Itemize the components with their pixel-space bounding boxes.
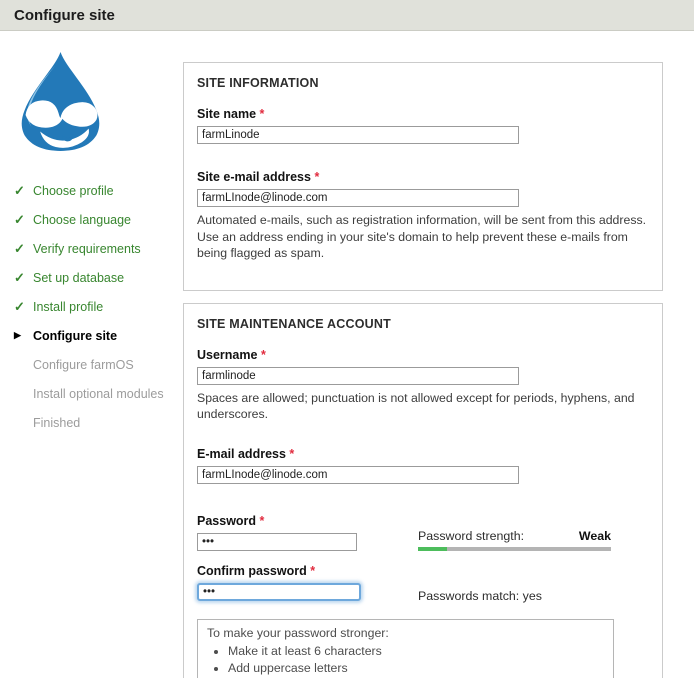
password-label: Password * bbox=[197, 514, 418, 528]
site-email-input[interactable] bbox=[197, 189, 519, 207]
install-task-list: ✓ Choose profile ✓ Choose language ✓ Ver… bbox=[0, 176, 183, 437]
required-marker: * bbox=[260, 107, 265, 121]
username-description: Spaces are allowed; punctuation is not a… bbox=[197, 390, 649, 423]
site-email-description: Automated e-mails, such as registration … bbox=[197, 212, 649, 262]
password-item: Password * bbox=[197, 514, 418, 551]
task-install-optional-modules: Install optional modules bbox=[14, 379, 183, 408]
password-suggestions-intro: To make your password stronger: bbox=[207, 625, 604, 641]
passwords-match-text: Passwords match: yes bbox=[418, 564, 611, 603]
site-name-label: Site name * bbox=[197, 107, 649, 121]
druplicon-logo bbox=[12, 50, 109, 151]
required-marker: * bbox=[314, 170, 319, 184]
install-page: Configure site ✓ Choose profile ✓ Choose… bbox=[0, 0, 694, 678]
task-set-up-database: ✓ Set up database bbox=[14, 263, 183, 292]
page-header: Configure site bbox=[0, 0, 694, 31]
account-email-input[interactable] bbox=[197, 466, 519, 484]
task-label: Choose profile bbox=[33, 184, 114, 198]
required-marker: * bbox=[289, 447, 294, 461]
password-suggestions-list: Make it at least 6 characters Add upperc… bbox=[207, 643, 604, 678]
required-marker: * bbox=[261, 348, 266, 362]
confirm-password-row: Confirm password * Passwords match: yes bbox=[197, 564, 649, 603]
check-icon: ✓ bbox=[14, 212, 33, 228]
task-choose-profile: ✓ Choose profile bbox=[14, 176, 183, 205]
install-sidebar: ✓ Choose profile ✓ Choose language ✓ Ver… bbox=[0, 31, 183, 437]
username-input[interactable] bbox=[197, 367, 519, 385]
password-suggestion: Make it at least 6 characters bbox=[228, 643, 604, 659]
password-suggestion: Add uppercase letters bbox=[228, 660, 604, 676]
task-choose-language: ✓ Choose language bbox=[14, 205, 183, 234]
password-row: Password * Password strength: Weak bbox=[197, 514, 649, 551]
maintenance-account-legend: SITE MAINTENANCE ACCOUNT bbox=[197, 317, 649, 331]
account-email-item: E-mail address * bbox=[197, 447, 649, 484]
check-icon: ✓ bbox=[14, 270, 33, 286]
password-strength-track bbox=[418, 547, 611, 551]
username-item: Username * Spaces are allowed; punctuati… bbox=[197, 348, 649, 423]
task-label: Configure farmOS bbox=[33, 358, 134, 372]
password-strength-fill bbox=[418, 547, 447, 551]
page-title: Configure site bbox=[14, 7, 115, 24]
required-marker: * bbox=[310, 564, 315, 578]
site-email-label: Site e-mail address * bbox=[197, 170, 649, 184]
username-label: Username * bbox=[197, 348, 649, 362]
task-configure-farmos: Configure farmOS bbox=[14, 350, 183, 379]
site-name-item: Site name * bbox=[197, 107, 649, 144]
password-strength-indicator: Password strength: Weak bbox=[418, 514, 611, 551]
task-label: Choose language bbox=[33, 213, 131, 227]
task-install-profile: ✓ Install profile bbox=[14, 292, 183, 321]
task-label: Finished bbox=[33, 416, 80, 430]
task-label: Verify requirements bbox=[33, 242, 141, 256]
password-suggestions-box: To make your password stronger: Make it … bbox=[197, 619, 614, 678]
required-marker: * bbox=[260, 514, 265, 528]
password-strength-value: Weak bbox=[579, 529, 611, 543]
check-icon: ✓ bbox=[14, 183, 33, 199]
site-information-fieldset: SITE INFORMATION Site name * Site e-mail… bbox=[183, 62, 663, 291]
task-finished: Finished bbox=[14, 408, 183, 437]
check-icon: ✓ bbox=[14, 241, 33, 257]
arrow-right-icon: ▶ bbox=[14, 330, 33, 341]
confirm-password-item: Confirm password * bbox=[197, 564, 418, 603]
site-name-input[interactable] bbox=[197, 126, 519, 144]
task-configure-site: ▶ Configure site bbox=[14, 321, 183, 350]
account-email-label: E-mail address * bbox=[197, 447, 649, 461]
confirm-password-input[interactable] bbox=[197, 583, 361, 601]
task-label: Set up database bbox=[33, 271, 124, 285]
druplicon-drop-icon bbox=[12, 50, 109, 151]
install-form: SITE INFORMATION Site name * Site e-mail… bbox=[183, 62, 663, 678]
task-verify-requirements: ✓ Verify requirements bbox=[14, 234, 183, 263]
task-label: Configure site bbox=[33, 329, 117, 343]
password-strength-label: Password strength: bbox=[418, 529, 524, 543]
task-label: Install optional modules bbox=[33, 387, 164, 401]
task-label: Install profile bbox=[33, 300, 103, 314]
password-strength-head: Password strength: Weak bbox=[418, 514, 611, 543]
maintenance-account-fieldset: SITE MAINTENANCE ACCOUNT Username * Spac… bbox=[183, 303, 663, 678]
check-icon: ✓ bbox=[14, 299, 33, 315]
site-information-legend: SITE INFORMATION bbox=[197, 76, 649, 90]
password-input[interactable] bbox=[197, 533, 357, 551]
passwords-match-indicator: Passwords match: yes bbox=[418, 564, 611, 603]
site-email-item: Site e-mail address * Automated e-mails,… bbox=[197, 170, 649, 262]
confirm-password-label: Confirm password * bbox=[197, 564, 418, 578]
